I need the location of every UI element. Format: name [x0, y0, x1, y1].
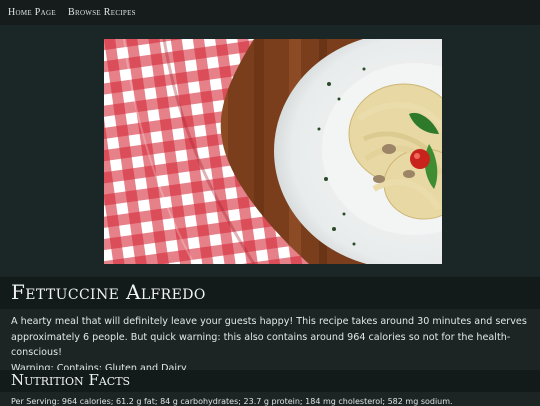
recipe-description: A hearty meal that will definitely leave…: [11, 314, 533, 376]
nutrition-header-bar: Nutrition Facts: [0, 370, 540, 392]
nutrition-heading: Nutrition Facts: [11, 371, 131, 389]
hero-section: [0, 25, 540, 276]
recipe-title: Fettuccine Alfredo: [11, 280, 206, 304]
description-text: A hearty meal that will definitely leave…: [11, 316, 527, 358]
nav-link-browse-recipes[interactable]: Browse Recipes: [68, 7, 136, 18]
recipe-photo: [104, 39, 442, 264]
top-nav: Home Page Browse Recipes: [0, 0, 540, 25]
nav-link-home[interactable]: Home Page: [8, 7, 56, 18]
title-bar: Fettuccine Alfredo: [0, 277, 540, 309]
